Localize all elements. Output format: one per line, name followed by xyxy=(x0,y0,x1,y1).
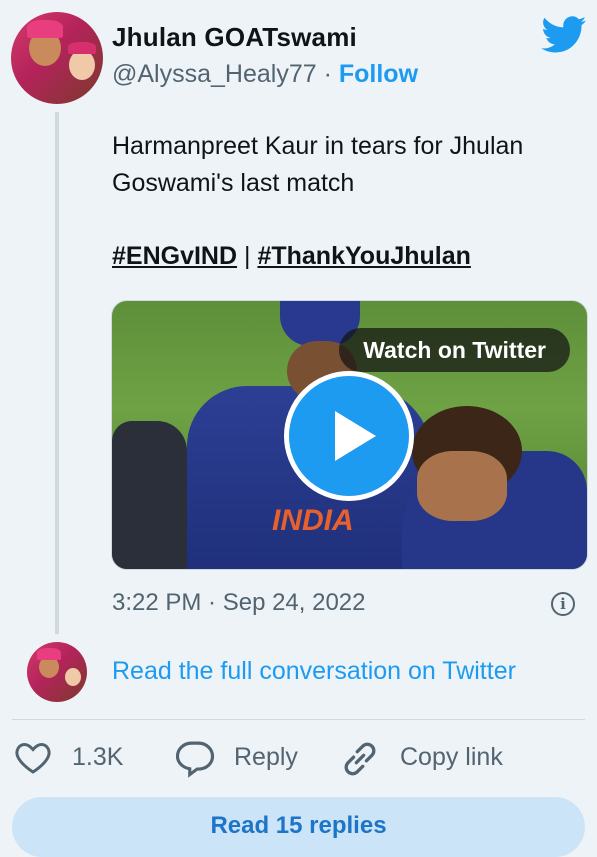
play-button[interactable] xyxy=(284,371,414,501)
author-avatar[interactable] xyxy=(11,12,103,104)
follow-button[interactable]: Follow xyxy=(339,60,418,88)
info-icon-glyph: i xyxy=(560,595,566,613)
thread-line xyxy=(55,112,59,634)
video-player-face xyxy=(417,451,507,521)
tweet-text: Harmanpreet Kaur in tears for Jhulan Gos… xyxy=(112,132,524,197)
author-display-name[interactable]: Jhulan GOATswami xyxy=(112,22,357,53)
handle-separator: · xyxy=(316,60,339,88)
hashtag-row: #ENGvIND | #ThankYouJhulan xyxy=(112,242,471,271)
twitter-bird-icon[interactable] xyxy=(541,16,587,54)
hashtag-engvind[interactable]: #ENGvIND xyxy=(112,242,237,270)
hashtag-separator: | xyxy=(244,242,251,270)
read-conversation-link[interactable]: Read the full conversation on Twitter xyxy=(112,657,516,686)
conversation-avatar[interactable] xyxy=(27,642,87,702)
watch-on-twitter-label[interactable]: Watch on Twitter xyxy=(339,328,570,372)
copy-link-label: Copy link xyxy=(400,743,503,771)
tweet-timestamp[interactable]: 3:22 PM · Sep 24, 2022 xyxy=(112,589,366,617)
reply-bubble-icon xyxy=(175,741,215,778)
author-handle-row: @Alyssa_Healy77 · Follow xyxy=(112,60,418,89)
like-count: 1.3K xyxy=(72,743,124,771)
read-replies-button[interactable]: Read 15 replies xyxy=(12,797,585,857)
jersey-text: INDIA xyxy=(272,504,354,537)
video-media[interactable]: INDIA Watch on Twitter xyxy=(111,300,588,570)
info-icon[interactable]: i xyxy=(551,592,575,616)
video-figure-left xyxy=(112,421,187,569)
reply-label: Reply xyxy=(234,743,298,771)
heart-icon xyxy=(15,742,51,774)
author-handle[interactable]: @Alyssa_Healy77 xyxy=(112,60,317,88)
hashtag-thankyoujhulan[interactable]: #ThankYouJhulan xyxy=(257,242,470,270)
play-icon xyxy=(335,411,376,461)
actions-divider xyxy=(12,719,585,720)
link-icon xyxy=(344,742,376,776)
